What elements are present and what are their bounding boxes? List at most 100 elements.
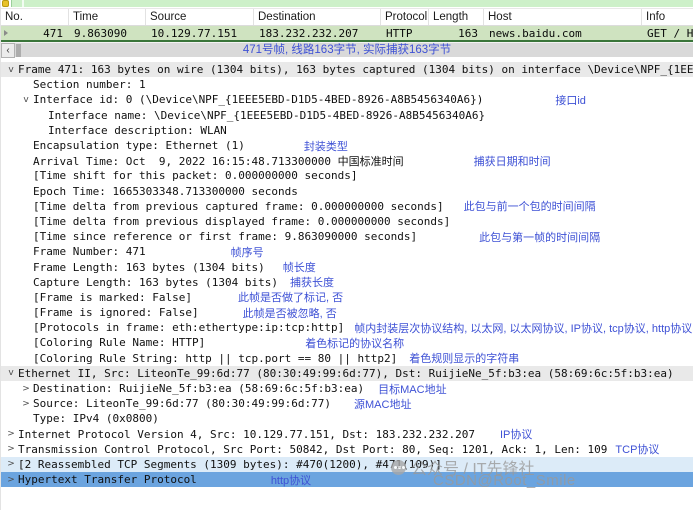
detail-text: [Time delta from previous captured frame… (33, 200, 444, 213)
toggle-collapsed-icon[interactable]: > (19, 399, 33, 409)
packet-detail-row[interactable]: Encapsulation type: Ethernet (1)封装类型 (1, 138, 693, 153)
chinese-annotation: 着色规则显示的字符串 (409, 351, 519, 366)
packet-detail-row[interactable]: [Time delta from previous displayed fram… (1, 214, 693, 229)
detail-text: Source: LiteonTe_99:6d:77 (80:30:49:99:6… (33, 397, 331, 410)
detail-text: Transmission Control Protocol, Src Port:… (18, 443, 607, 456)
packet-detail-row[interactable]: >Source: LiteonTe_99:6d:77 (80:30:49:99:… (1, 396, 693, 411)
chinese-annotation: 封装类型 (304, 138, 348, 153)
packet-cell-destination: 183.232.232.207 (254, 27, 381, 40)
chinese-annotation: http协议 (271, 472, 311, 487)
packet-detail-row[interactable]: Type: IPv4 (0x0800) (1, 411, 693, 426)
chinese-annotation: IP协议 (500, 427, 532, 442)
column-header-source[interactable]: Source (146, 9, 254, 25)
detail-text: Interface id: 0 (\Device\NPF_{1EEE5EBD-D… (33, 93, 483, 106)
packet-detail-row[interactable]: [Time delta from previous captured frame… (1, 199, 693, 214)
packet-row-471[interactable]: 4719.86309010.129.77.151183.232.232.207H… (1, 26, 693, 42)
detail-text: Section number: 1 (33, 78, 146, 91)
detail-text: Ethernet II, Src: LiteonTe_99:6d:77 (80:… (18, 367, 674, 380)
packet-detail-row[interactable]: Frame Number: 471 帧序号 (1, 244, 693, 259)
chinese-annotation: 捕获长度 (290, 275, 334, 290)
chinese-annotation: 此包与第一帧的时间间隔 (479, 229, 600, 244)
packet-detail-row[interactable]: [Coloring Rule String: http || tcp.port … (1, 351, 693, 366)
packet-detail-row[interactable]: Interface description: WLAN (1, 123, 693, 138)
toggle-expanded-icon[interactable]: v (19, 95, 33, 105)
packet-detail-row[interactable]: >Transmission Control Protocol, Src Port… (1, 442, 693, 457)
chinese-annotation: 帧内封装层次协议结构, 以太网, 以太网协议, IP协议, tcp协议, htt… (354, 320, 692, 335)
detail-text: Frame Length: 163 bytes (1304 bits) (33, 261, 265, 274)
packet-list-header: No.TimeSourceDestinationProtocolLengthHo… (1, 8, 693, 26)
detail-text: Capture Length: 163 bytes (1304 bits) (33, 276, 278, 289)
packet-detail-row[interactable]: [Time shift for this packet: 0.000000000… (1, 168, 693, 183)
chinese-annotation: 目标MAC地址 (378, 381, 446, 396)
toggle-collapsed-icon[interactable]: > (4, 459, 18, 469)
packet-detail-row[interactable]: >Hypertext Transfer Protocol http协议 (1, 472, 693, 487)
filter-bookmark-icon[interactable] (2, 0, 9, 7)
chinese-annotation: 此包与前一个包的时间间隔 (464, 199, 596, 214)
detail-text: [Frame is ignored: False] (33, 306, 199, 319)
toggle-expanded-icon[interactable]: v (4, 368, 18, 378)
detail-text: Frame Number: 471 (33, 245, 146, 258)
packet-detail-row[interactable]: Arrival Time: Oct 9, 2022 16:15:48.71330… (1, 153, 693, 168)
chinese-annotation: 着色标记的协议名称 (305, 335, 404, 350)
filter-divider (22, 0, 24, 7)
detail-text: Hypertext Transfer Protocol (18, 473, 197, 486)
packet-detail-row[interactable]: vInterface id: 0 (\Device\NPF_{1EEE5EBD-… (1, 92, 693, 107)
column-header-destination[interactable]: Destination (254, 9, 381, 25)
packet-detail-row[interactable]: >[2 Reassembled TCP Segments (1309 bytes… (1, 457, 693, 472)
column-header-no[interactable]: No. (1, 9, 69, 25)
toggle-expanded-icon[interactable]: v (4, 65, 18, 75)
packet-cell-protocol: HTTP (381, 27, 429, 40)
packet-detail-row[interactable]: Epoch Time: 1665303348.713300000 seconds (1, 184, 693, 199)
packet-details-pane: vFrame 471: 163 bytes on wire (1304 bits… (1, 57, 693, 487)
packet-detail-row[interactable]: Section number: 1 (1, 77, 693, 92)
wireshark-window: No.TimeSourceDestinationProtocolLengthHo… (0, 0, 693, 510)
column-header-info[interactable]: Info (642, 9, 693, 25)
packet-detail-row[interactable]: vEthernet II, Src: LiteonTe_99:6d:77 (80… (1, 366, 693, 381)
detail-text: [Protocols in frame: eth:ethertype:ip:tc… (33, 321, 344, 334)
packet-detail-row[interactable]: >Destination: RuijieNe_5f:b3:ea (58:69:6… (1, 381, 693, 396)
toggle-collapsed-icon[interactable]: > (4, 429, 18, 439)
toggle-collapsed-icon[interactable]: > (19, 384, 33, 394)
column-header-host[interactable]: Host (484, 9, 642, 25)
toggle-collapsed-icon[interactable]: > (4, 475, 18, 485)
chinese-annotation: 源MAC地址 (354, 396, 411, 411)
chinese-annotation: 此帧是否做了标记, 否 (238, 290, 343, 305)
chinese-annotation: 捕获日期和时间 (474, 153, 551, 168)
detail-text: [Coloring Rule Name: HTTP] (33, 336, 205, 349)
detail-text: Epoch Time: 1665303348.713300000 seconds (33, 185, 298, 198)
packet-detail-row[interactable]: [Frame is marked: False] 此帧是否做了标记, 否 (1, 290, 693, 305)
column-header-time[interactable]: Time (69, 9, 146, 25)
packet-cell-no: 471 (1, 27, 69, 40)
column-header-protocol[interactable]: Protocol (381, 9, 429, 25)
detail-text: [Time delta from previous displayed fram… (33, 215, 450, 228)
packet-detail-row[interactable]: [Frame is ignored: False] 此帧是否被忽略, 否 (1, 305, 693, 320)
filter-input[interactable] (11, 0, 693, 7)
packet-detail-row[interactable]: >Internet Protocol Version 4, Src: 10.12… (1, 427, 693, 442)
detail-text: [Frame is marked: False] (33, 291, 192, 304)
detail-text: Destination: RuijieNe_5f:b3:ea (58:69:6c… (33, 382, 364, 395)
packet-detail-row[interactable]: [Time since reference or first frame: 9.… (1, 229, 693, 244)
packet-cell-host: news.baidu.com (484, 27, 642, 40)
chinese-annotation: 帧长度 (283, 259, 316, 274)
packet-cell-info: GET / HTT (642, 27, 693, 40)
packet-detail-row[interactable]: Capture Length: 163 bytes (1304 bits) 捕获长… (1, 275, 693, 290)
packet-cell-length: 163 (429, 27, 484, 40)
packet-detail-row[interactable]: [Coloring Rule Name: HTTP] 着色标记的协议名称 (1, 335, 693, 350)
packet-detail-row[interactable]: [Protocols in frame: eth:ethertype:ip:tc… (1, 320, 693, 335)
detail-text: Type: IPv4 (0x0800) (33, 412, 159, 425)
chinese-annotation: TCP协议 (615, 442, 659, 457)
column-header-length[interactable]: Length (429, 9, 484, 25)
packet-cell-time: 9.863090 (69, 27, 146, 40)
horizontal-scrollbar[interactable]: ‹ 471号帧, 线路163字节, 实际捕获163字节 (1, 42, 693, 57)
packet-detail-row[interactable]: Frame Length: 163 bytes (1304 bits) 帧长度 (1, 259, 693, 274)
detail-text: Interface description: WLAN (48, 124, 227, 137)
packet-detail-row[interactable]: Interface name: \Device\NPF_{1EEE5EBD-D1… (1, 108, 693, 123)
detail-text: [Coloring Rule String: http || tcp.port … (33, 352, 397, 365)
detail-text: Interface name: \Device\NPF_{1EEE5EBD-D1… (48, 109, 485, 122)
packet-detail-row[interactable]: vFrame 471: 163 bytes on wire (1304 bits… (1, 62, 693, 77)
chinese-annotation: 帧序号 (231, 244, 264, 259)
packet-cell-source: 10.129.77.151 (146, 27, 254, 40)
chinese-annotation: 此帧是否被忽略, 否 (243, 305, 337, 320)
toggle-collapsed-icon[interactable]: > (4, 444, 18, 454)
detail-text: Arrival Time: Oct 9, 2022 16:15:48.71330… (33, 153, 404, 168)
